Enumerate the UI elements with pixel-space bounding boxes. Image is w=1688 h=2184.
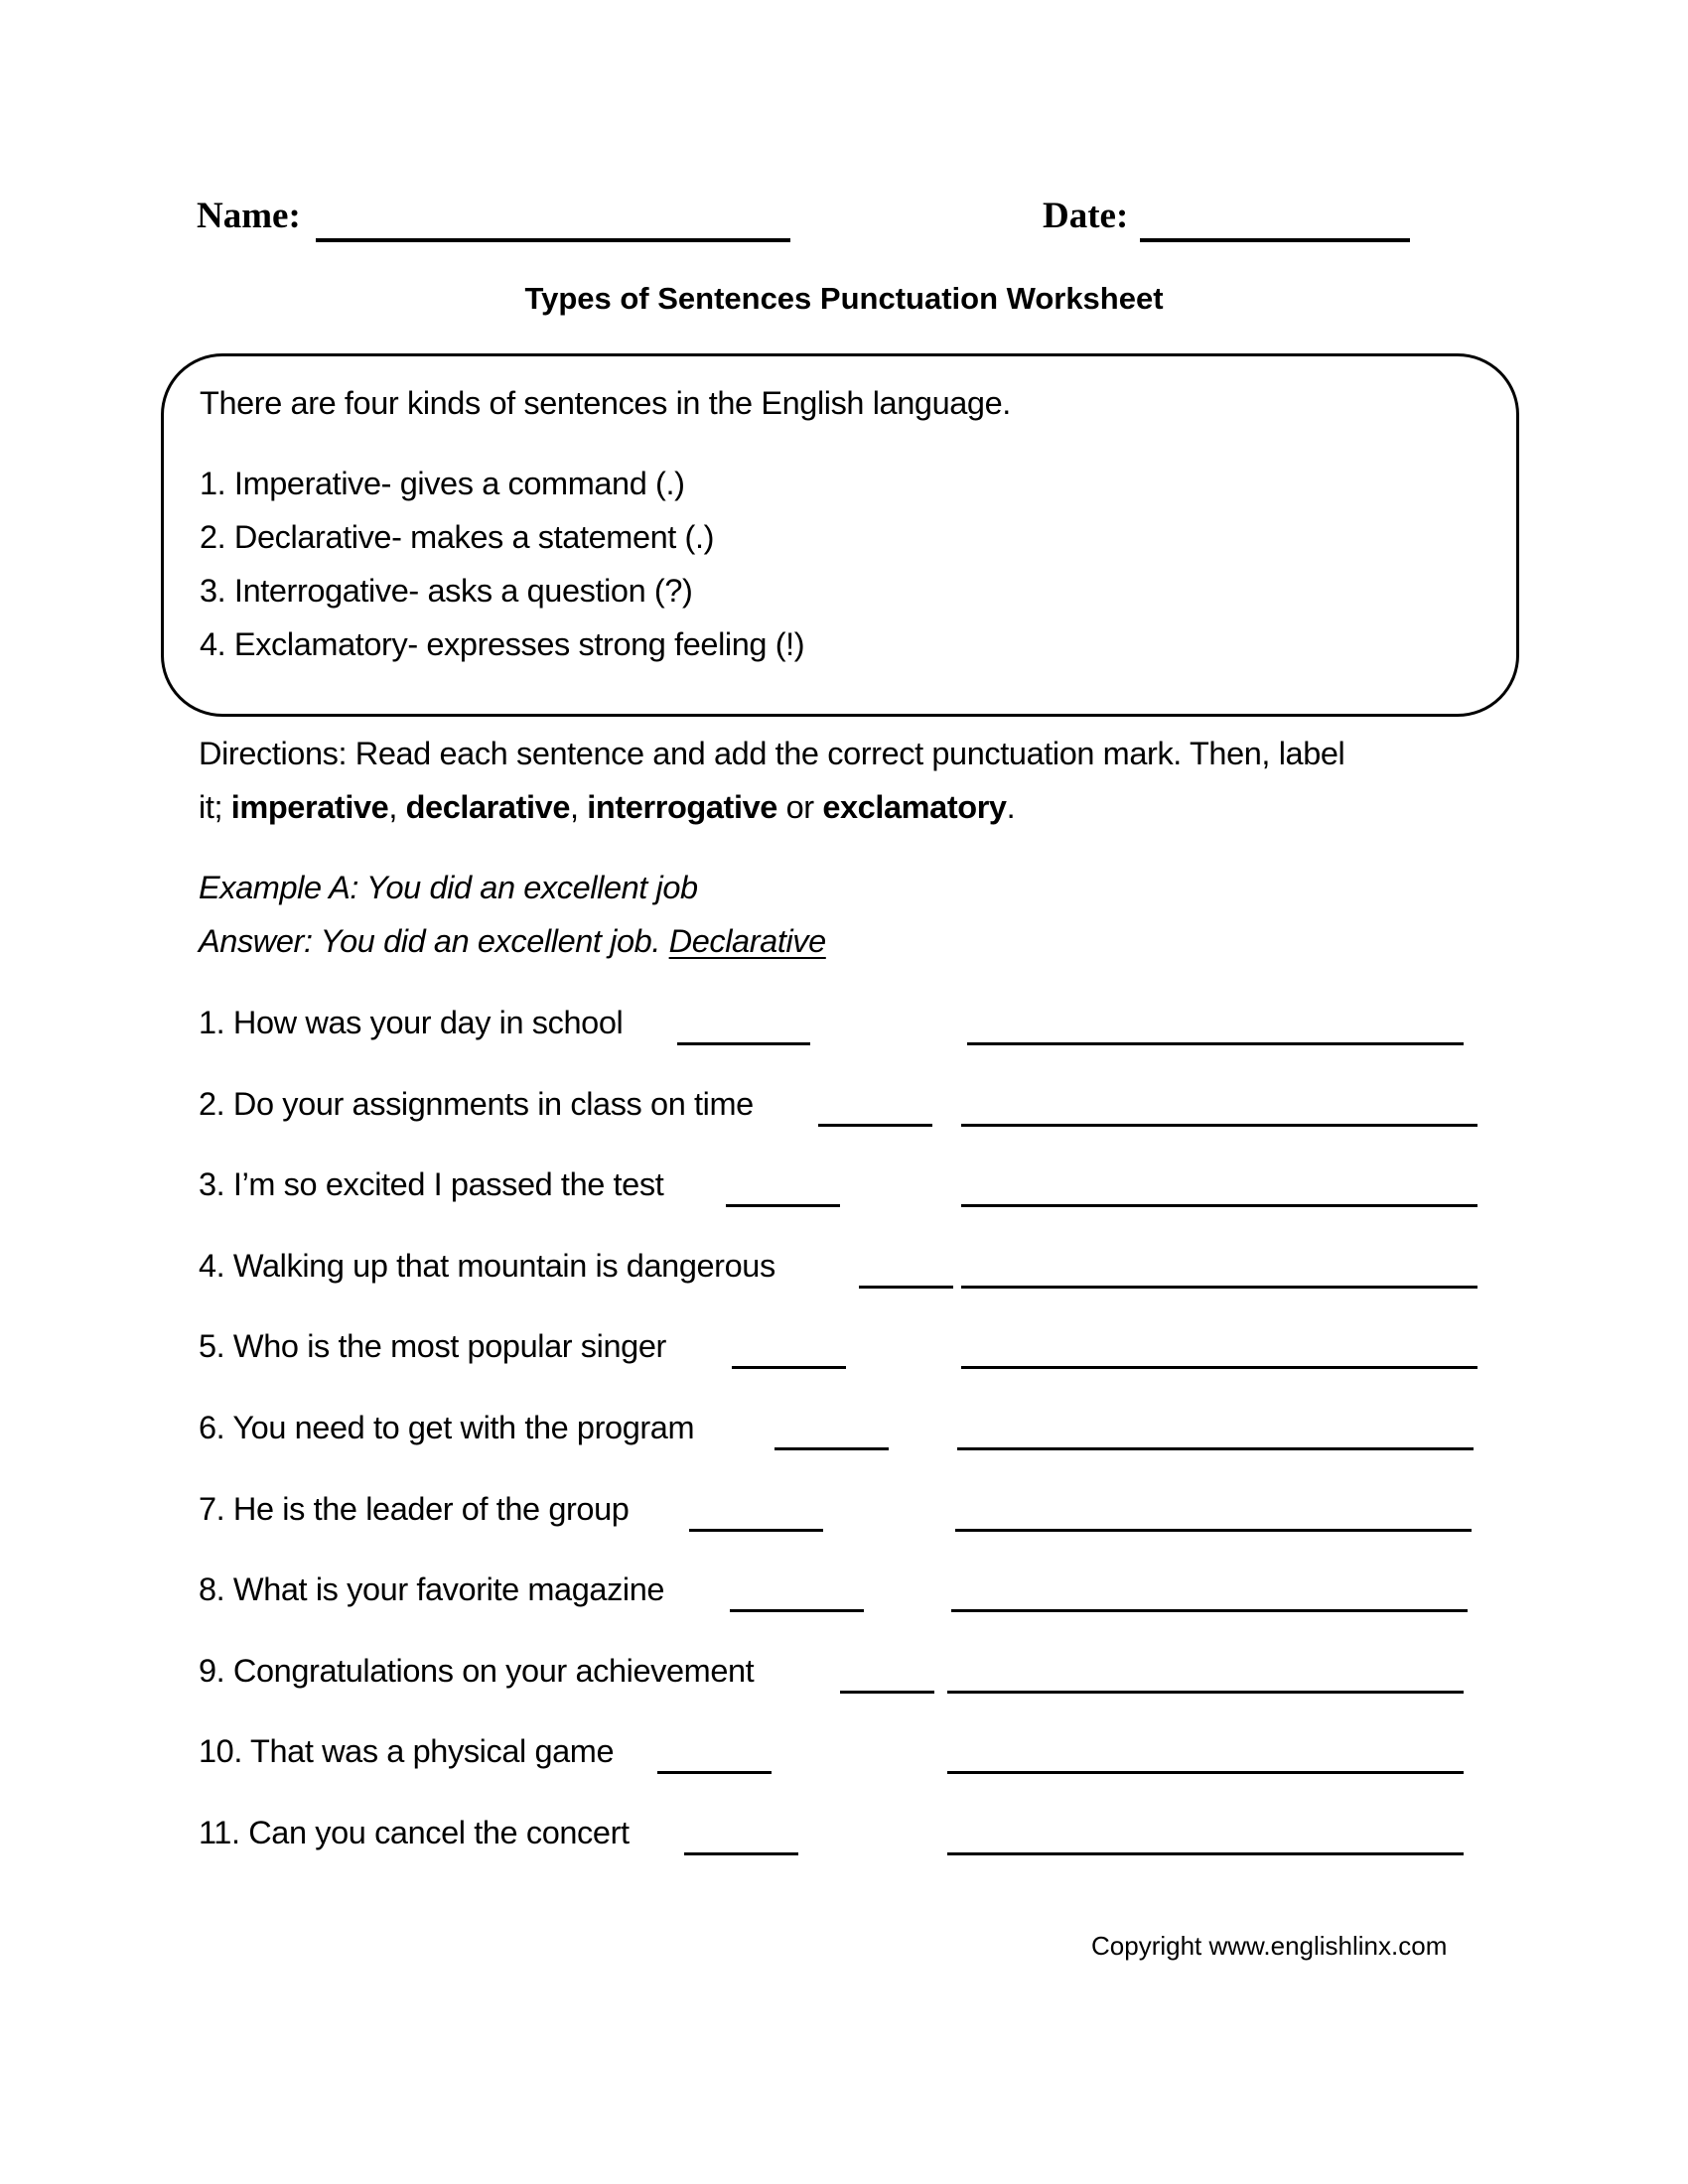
example-answer-label: Declarative xyxy=(668,923,827,959)
sentence-type-answer-line[interactable] xyxy=(957,1447,1474,1450)
question-text: 3. I’m so excited I passed the test xyxy=(199,1166,664,1202)
term-interrogative: interrogative xyxy=(587,789,777,825)
separator: or xyxy=(776,789,823,825)
directions-line-1: Directions: Read each sentence and add t… xyxy=(199,736,1345,771)
question-text: 4. Walking up that mountain is dangerous xyxy=(199,1248,775,1284)
question-text: 11. Can you cancel the concert xyxy=(199,1815,630,1850)
name-label: Name: xyxy=(197,196,301,236)
sentence-type-answer-line[interactable] xyxy=(961,1124,1477,1127)
punctuation-answer-line[interactable] xyxy=(840,1691,934,1694)
punctuation-answer-line[interactable] xyxy=(657,1771,772,1774)
punctuation-answer-line[interactable] xyxy=(684,1852,798,1855)
info-intro: There are four kinds of sentences in the… xyxy=(200,385,1011,421)
directions-line-2: it; imperative, declarative, interrogati… xyxy=(199,789,1016,826)
date-input-line[interactable] xyxy=(1140,238,1410,242)
example-answer-text: Answer: You did an excellent job. xyxy=(199,923,669,959)
sentence-type-answer-line[interactable] xyxy=(947,1691,1464,1694)
type-imperative: 1. Imperative- gives a command (.) xyxy=(200,466,685,501)
question-text: 1. How was your day in school xyxy=(199,1005,624,1040)
separator: , xyxy=(570,789,588,825)
example-question: Example A: You did an excellent job xyxy=(199,870,698,905)
question-text: 8. What is your favorite magazine xyxy=(199,1571,665,1607)
punctuation-answer-line[interactable] xyxy=(732,1366,846,1369)
sentence-type-answer-line[interactable] xyxy=(951,1609,1468,1612)
term-exclamatory: exclamatory xyxy=(822,789,1007,825)
directions-end: . xyxy=(1006,789,1016,825)
type-declarative: 2. Declarative- makes a statement (.) xyxy=(200,519,715,555)
sentence-type-answer-line[interactable] xyxy=(955,1529,1472,1532)
term-declarative: declarative xyxy=(405,789,571,825)
punctuation-answer-line[interactable] xyxy=(859,1286,953,1289)
punctuation-answer-line[interactable] xyxy=(818,1124,932,1127)
punctuation-answer-line[interactable] xyxy=(730,1609,864,1612)
sentence-type-answer-line[interactable] xyxy=(961,1366,1477,1369)
copyright-notice: Copyright www.englishlinx.com xyxy=(1091,1931,1448,1961)
punctuation-answer-line[interactable] xyxy=(677,1042,810,1045)
question-text: 9. Congratulations on your achievement xyxy=(199,1653,755,1689)
date-field: Date: xyxy=(1043,195,1128,237)
punctuation-answer-line[interactable] xyxy=(726,1204,840,1207)
question-text: 6. You need to get with the program xyxy=(199,1410,695,1445)
sentence-type-answer-line[interactable] xyxy=(947,1852,1464,1855)
sentence-type-answer-line[interactable] xyxy=(961,1286,1477,1289)
question-text: 7. He is the leader of the group xyxy=(199,1491,630,1527)
type-exclamatory: 4. Exclamatory- expresses strong feeling… xyxy=(200,626,805,662)
term-imperative: imperative xyxy=(230,789,389,825)
date-label: Date: xyxy=(1043,196,1129,236)
worksheet-title: Types of Sentences Punctuation Worksheet xyxy=(524,281,1164,316)
punctuation-answer-line[interactable] xyxy=(689,1529,823,1532)
separator: , xyxy=(388,789,406,825)
question-text: 5. Who is the most popular singer xyxy=(199,1328,666,1364)
name-field: Name: xyxy=(197,195,301,237)
sentence-type-answer-line[interactable] xyxy=(947,1771,1464,1774)
sentence-type-answer-line[interactable] xyxy=(961,1204,1477,1207)
punctuation-answer-line[interactable] xyxy=(774,1447,889,1450)
example-answer: Answer: You did an excellent job. Declar… xyxy=(199,923,826,960)
directions-prefix: it; xyxy=(199,789,231,825)
sentence-type-answer-line[interactable] xyxy=(967,1042,1464,1045)
question-text: 2. Do your assignments in class on time xyxy=(199,1086,754,1122)
question-text: 10. That was a physical game xyxy=(199,1733,615,1769)
type-interrogative: 3. Interrogative- asks a question (?) xyxy=(200,573,693,609)
name-input-line[interactable] xyxy=(316,238,790,242)
